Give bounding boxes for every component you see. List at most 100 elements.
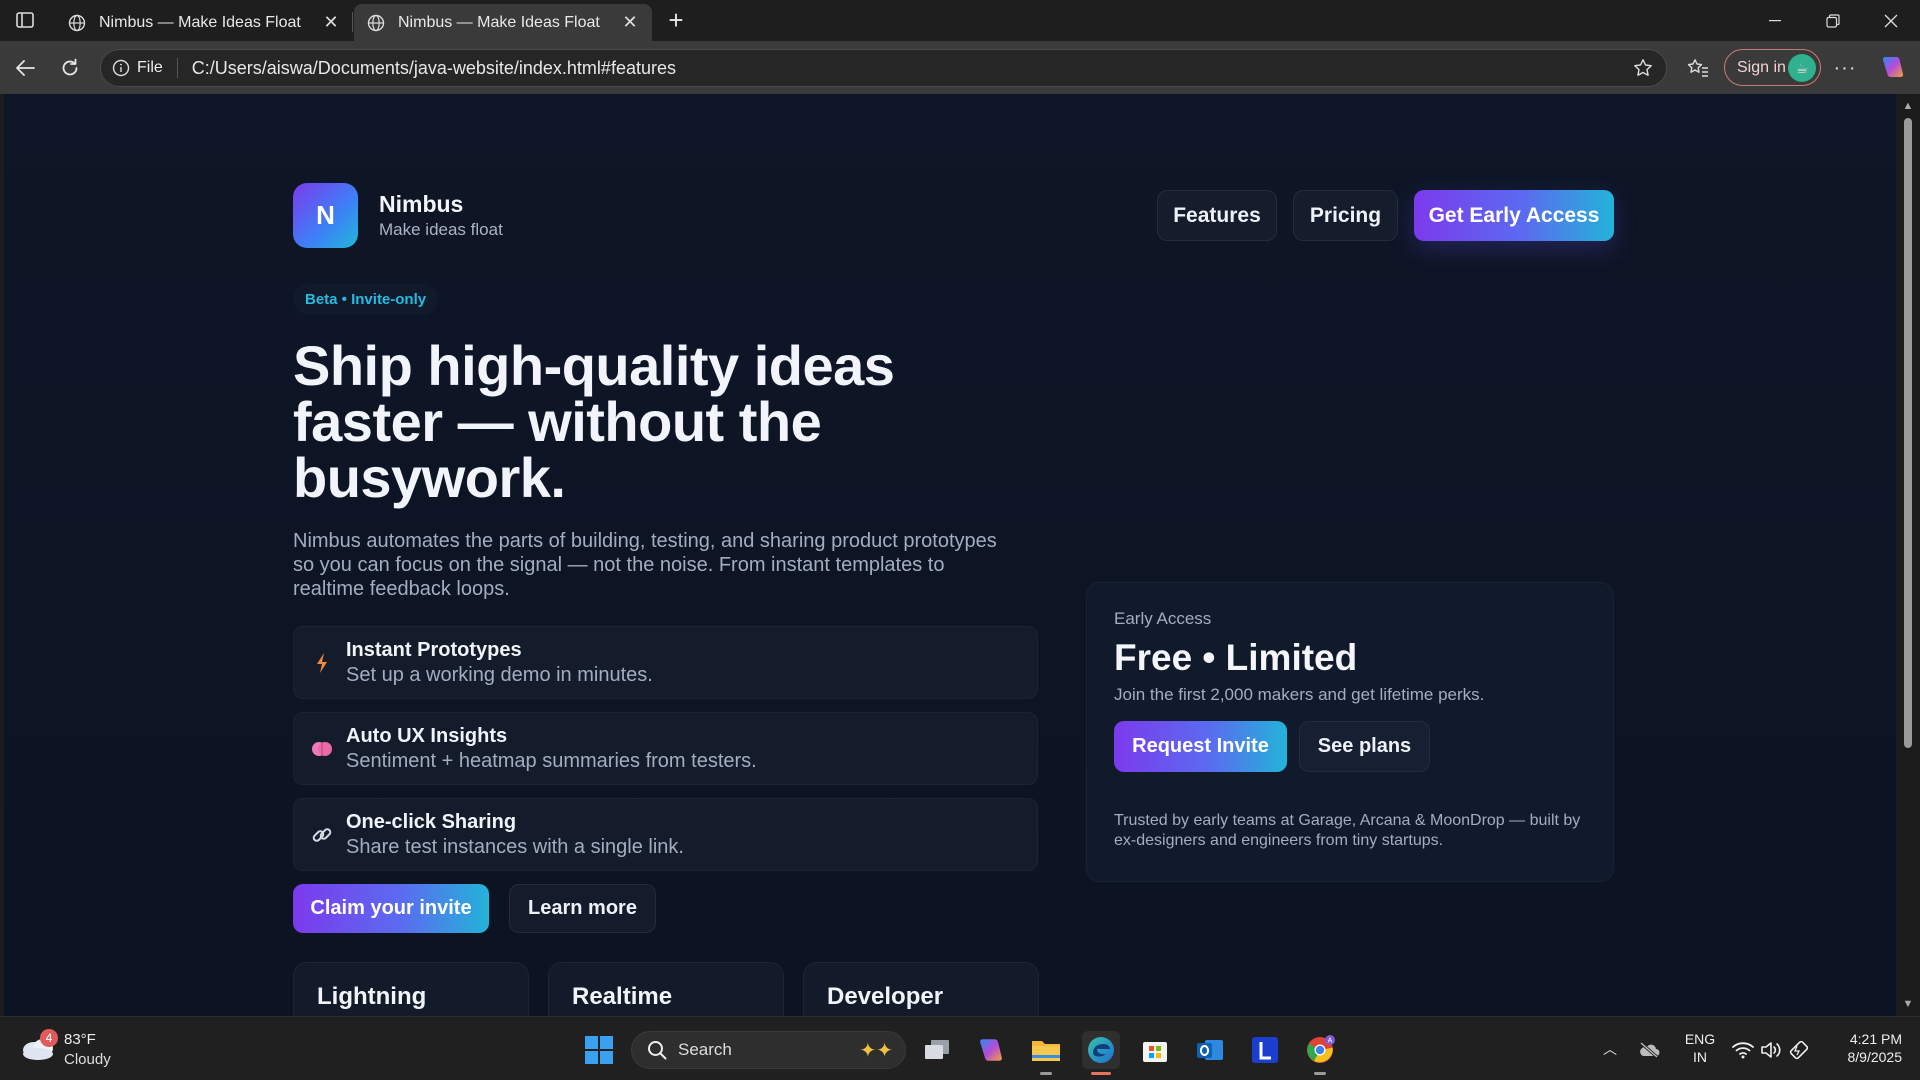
refresh-icon[interactable]: [55, 53, 85, 83]
wifi-icon[interactable]: [1732, 1039, 1754, 1061]
new-tab-button[interactable]: +: [662, 5, 690, 35]
browser-tab[interactable]: Nimbus — Make Ideas Float ✕: [55, 4, 353, 41]
feature-title: Instant Prototypes: [346, 639, 522, 661]
favorites-icon[interactable]: [1683, 53, 1713, 83]
outlook-icon[interactable]: [1191, 1031, 1229, 1069]
onedrive-offline-icon[interactable]: [1638, 1039, 1660, 1061]
weather-alert-badge: 4: [40, 1029, 58, 1047]
trust-text: Trusted by early teams at Garage, Arcana…: [1114, 812, 1581, 849]
back-arrow-icon[interactable]: [10, 53, 40, 83]
search-highlight-icon: ✦✦: [859, 1040, 893, 1062]
page-content: N Nimbus Make ideas float Features Prici…: [293, 94, 1614, 1016]
stat-card-developer: Developer: [803, 962, 1039, 1016]
clock-time: 4:21 PM: [1849, 1031, 1902, 1047]
beta-badge: Beta • Invite-only: [293, 284, 439, 315]
tab-divider: [352, 12, 353, 32]
edge-browser-icon[interactable]: [1082, 1031, 1120, 1075]
see-plans-button[interactable]: See plans: [1299, 721, 1430, 772]
avatar-icon: ☕: [1788, 54, 1816, 82]
feature-item: One-click Sharing Share test instances w…: [293, 798, 1038, 871]
address-divider: [176, 58, 178, 78]
restore-icon[interactable]: [1804, 0, 1862, 41]
card-subtext: Join the first 2,000 makers and get life…: [1114, 685, 1485, 704]
battery-icon[interactable]: [1788, 1039, 1810, 1061]
close-tab-icon[interactable]: ✕: [319, 11, 343, 35]
chrome-icon[interactable]: A: [1301, 1031, 1339, 1075]
globe-icon: [65, 11, 89, 35]
scroll-up-arrow-icon[interactable]: ▲: [1902, 100, 1914, 112]
taskbar-search[interactable]: Search ✦✦: [631, 1031, 906, 1069]
sign-in-button[interactable]: Sign in ☕: [1724, 49, 1821, 86]
sign-in-label: Sign in: [1737, 58, 1786, 76]
hero-headline: Ship high-quality ideas faster — without…: [293, 334, 895, 509]
weather-condition: Cloudy: [64, 1051, 111, 1068]
weather-temperature: 83°F: [64, 1031, 96, 1048]
running-indicator: [1091, 1072, 1111, 1075]
brand-logo[interactable]: N: [293, 183, 358, 248]
browser-tab-active[interactable]: Nimbus — Make Ideas Float ✕: [354, 4, 652, 41]
link-icon: [310, 823, 334, 847]
nav-pricing-link[interactable]: Pricing: [1293, 190, 1398, 241]
feature-title: One-click Sharing: [346, 811, 517, 833]
windows-start-icon[interactable]: [584, 1035, 614, 1065]
brand-name: Nimbus: [379, 191, 464, 217]
scroll-down-arrow-icon[interactable]: ▼: [1902, 998, 1914, 1010]
globe-icon: [364, 11, 388, 35]
learn-more-button[interactable]: Learn more: [509, 884, 656, 933]
request-invite-button[interactable]: Request Invite: [1114, 721, 1287, 772]
scheme-label: File: [137, 59, 163, 76]
scrollbar-thumb[interactable]: [1904, 118, 1912, 748]
tab-title: Nimbus — Make Ideas Float: [99, 13, 301, 31]
favorite-star-icon[interactable]: [1628, 53, 1658, 83]
hero-description: Nimbus automates the parts of building, …: [293, 530, 997, 600]
brand-tagline: Make ideas float: [379, 220, 503, 239]
stat-card-lightning: Lightning: [293, 962, 529, 1016]
weather-widget[interactable]: 4 83°F Cloudy: [20, 1029, 130, 1071]
brain-icon: [310, 737, 334, 761]
copilot-icon[interactable]: [1877, 51, 1909, 83]
lightning-icon: [310, 651, 334, 675]
windows-taskbar: 4 83°F Cloudy Search ✦✦ A ︿ ENG IN 4:21 …: [0, 1016, 1920, 1080]
url-text[interactable]: C:/Users/aiswa/Documents/java-website/in…: [192, 58, 1628, 79]
search-placeholder: Search: [678, 1040, 732, 1059]
card-eyebrow: Early Access: [1114, 609, 1212, 628]
language-code: ENG: [1684, 1031, 1716, 1047]
language-indicator[interactable]: ENG IN: [1682, 1030, 1718, 1066]
stat-card-realtime: Realtime: [548, 962, 784, 1016]
search-icon: [646, 1039, 668, 1061]
copilot-app-icon[interactable]: [972, 1031, 1010, 1069]
feature-item: Instant Prototypes Set up a working demo…: [293, 626, 1038, 699]
microsoft-store-icon[interactable]: [1136, 1031, 1174, 1069]
feature-item: Auto UX Insights Sentiment + heatmap sum…: [293, 712, 1038, 785]
show-hidden-icons-chevron-icon[interactable]: ︿: [1600, 1039, 1620, 1059]
nav-features-link[interactable]: Features: [1157, 190, 1277, 241]
page-viewport: N Nimbus Make ideas float Features Prici…: [4, 94, 1896, 1016]
get-early-access-button[interactable]: Get Early Access: [1414, 190, 1614, 241]
address-bar[interactable]: File C:/Users/aiswa/Documents/java-websi…: [100, 49, 1667, 87]
feature-description: Share test instances with a single link.: [346, 836, 684, 858]
vertical-scrollbar[interactable]: ▲ ▼: [1896, 94, 1920, 1016]
claim-invite-button[interactable]: Claim your invite: [293, 884, 489, 933]
svg-text:A: A: [1328, 1038, 1333, 1045]
browser-toolbar: File C:/Users/aiswa/Documents/java-websi…: [0, 41, 1920, 94]
region-code: IN: [1693, 1049, 1707, 1065]
tab-actions-icon[interactable]: [10, 8, 40, 32]
task-view-icon[interactable]: [918, 1031, 956, 1069]
tab-title: Nimbus — Make Ideas Float: [398, 13, 600, 31]
file-explorer-icon[interactable]: [1027, 1031, 1065, 1075]
browser-tab-bar: Nimbus — Make Ideas Float ✕ Nimbus — Mak…: [0, 0, 1920, 41]
close-window-icon[interactable]: [1862, 0, 1920, 41]
running-indicator: [1040, 1072, 1052, 1075]
site-info-icon[interactable]: [111, 58, 131, 78]
volume-icon[interactable]: [1760, 1039, 1782, 1061]
system-clock[interactable]: 4:21 PM 8/9/2025: [1832, 1030, 1903, 1066]
running-indicator: [1314, 1072, 1326, 1075]
close-tab-icon[interactable]: ✕: [618, 11, 642, 35]
feature-description: Set up a working demo in minutes.: [346, 664, 653, 686]
clock-date: 8/9/2025: [1847, 1049, 1903, 1065]
feature-description: Sentiment + heatmap summaries from teste…: [346, 750, 757, 772]
more-options-icon[interactable]: ···: [1830, 53, 1860, 83]
minimize-icon[interactable]: [1746, 0, 1804, 41]
l-app-icon[interactable]: [1246, 1031, 1284, 1069]
card-headline: Free • Limited: [1114, 637, 1358, 678]
